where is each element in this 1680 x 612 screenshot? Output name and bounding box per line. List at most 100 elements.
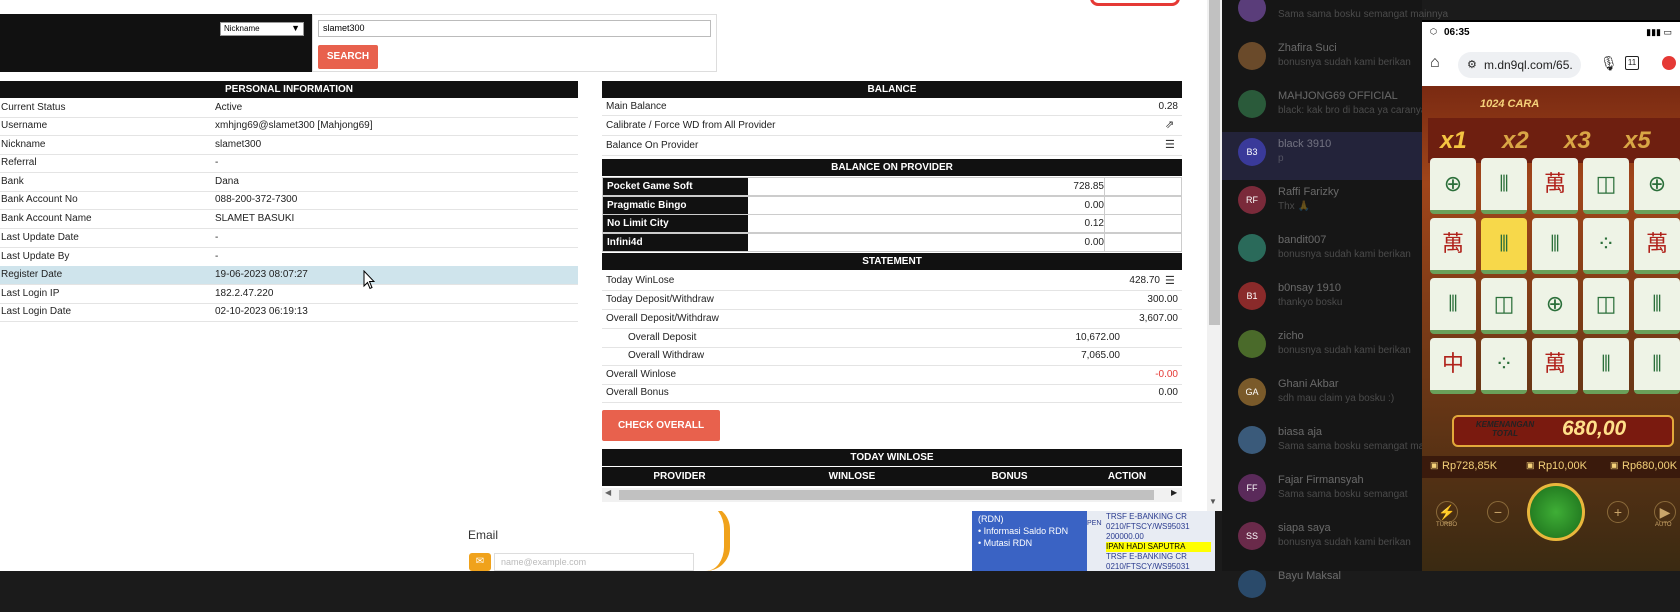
search-field-select-value: Nickname (224, 24, 260, 33)
auto-spin-icon[interactable]: ▶ (1654, 501, 1676, 523)
chat-author: Bayu Maksal (1278, 570, 1341, 582)
overall-bonus-label: Overall Bonus (606, 387, 669, 398)
overall-deposit-withdraw-row: Overall Deposit/Withdraw 3,607.00 (602, 310, 1182, 329)
win-icon: ▣ (1610, 460, 1619, 470)
personal-info-row: Current Status Active (0, 99, 578, 118)
extension-icon[interactable] (1662, 56, 1676, 70)
spin-button[interactable] (1527, 483, 1585, 541)
mahjong-tile: ◫ (1583, 158, 1629, 214)
overall-withdraw-label: Overall Withdraw (628, 350, 705, 361)
today-winlose-columns: PROVIDER WINLOSE BONUS ACTION (602, 467, 1182, 486)
chat-message[interactable]: B1 b0nsay 1910 thankyo bosku (1222, 276, 1422, 324)
scroll-down-arrow-icon[interactable]: ▼ (1209, 497, 1217, 506)
provider-balance-row: Pragmatic Bingo 0.00 (602, 195, 1182, 215)
tabs-icon[interactable]: 11 (1625, 56, 1639, 70)
personal-info-value: - (215, 232, 219, 243)
chat-message[interactable]: zicho bonusnya sudah kami berikan (1222, 324, 1422, 372)
url-field[interactable]: ⚙ m.dn9ql.com/65. (1458, 52, 1581, 78)
personal-info-row: Bank Account No 088-200-372-7300 (0, 191, 578, 210)
turbo-icon[interactable]: ⚡ (1436, 501, 1458, 523)
provider-name: Infini4d (603, 233, 748, 251)
modal-top-button[interactable] (1090, 0, 1180, 6)
chat-message[interactable]: bandit007 bonusnya sudah kami berikan (1222, 228, 1422, 276)
personal-info-value: xmhjng69@slamet300 [Mahjong69] (215, 120, 373, 131)
check-overall-button[interactable]: CHECK OVERALL (602, 410, 720, 441)
game-stats-bar: ▣ Rp728,85K ▣ Rp10,00K ▣ Rp680,00K (1422, 456, 1680, 478)
avatar: RF (1238, 186, 1266, 214)
chat-text: bonusnya sudah kami berikan (1278, 57, 1411, 68)
chat-text: bonusnya sudah kami berikan (1278, 537, 1411, 548)
personal-info-label: Last Update Date (1, 232, 79, 243)
list-icon[interactable]: ☰ (1165, 276, 1178, 287)
rdn-menu-item-saldo[interactable]: • Informasi Saldo RDN (978, 525, 1081, 537)
chat-message[interactable]: GA Ghani Akbar sdh mau claim ya bosku :) (1222, 372, 1422, 420)
personal-info-row: Bank Account Name SLAMET BASUKI (0, 210, 578, 229)
personal-info-row: Bank Dana (0, 173, 578, 192)
chat-message[interactable]: MAHJONG69 OFFICIAL black: kak bro di baca… (1222, 84, 1426, 132)
personal-info-value: 088-200-372-7300 (215, 194, 298, 205)
table-scroll-thumb[interactable] (619, 490, 1154, 500)
today-winlose-value: 428.70 (1129, 275, 1160, 286)
chat-message[interactable]: FF Fajar Firmansyah Sama sama bosku semang… (1222, 468, 1422, 516)
modal-scroll-thumb[interactable] (1209, 0, 1220, 325)
personal-info-row: Nickname slamet300 (0, 136, 578, 155)
notification-icon: ⬡ (1430, 27, 1437, 36)
personal-info-value: SLAMET BASUKI (215, 213, 295, 224)
rdn-menu-item-mutasi[interactable]: • Mutasi RDN (978, 537, 1081, 549)
minus-bet-icon[interactable]: − (1487, 501, 1509, 523)
chat-message[interactable]: Sama sama bosku semangat mainnya (1222, 0, 1448, 36)
site-settings-icon: ⚙ (1467, 59, 1477, 71)
multiplier-x3: x3 (1564, 127, 1591, 154)
microphone-icon[interactable]: 🎙 (1600, 55, 1618, 72)
personal-info-label: Referral (1, 157, 37, 168)
search-field-select[interactable]: Nickname ▼ (220, 22, 304, 36)
mouse-cursor-icon (363, 270, 375, 290)
mahjong-tile: 萬 (1532, 158, 1578, 214)
provider-cell-divider (1104, 215, 1105, 233)
chat-message[interactable]: B3 black 3910 p (1222, 132, 1422, 180)
personal-info-header: PERSONAL INFORMATION (0, 81, 578, 98)
avatar: B3 (1238, 138, 1266, 166)
provider-cell-divider (1104, 233, 1105, 251)
list-icon[interactable]: ☰ (1165, 140, 1178, 151)
chat-text: Sama sama bosku semangat mainnya (1278, 9, 1449, 20)
overall-deposit-row: Overall Deposit 10,672.00 (602, 329, 1182, 348)
chat-text: bonusnya sudah kami berikan (1278, 345, 1411, 356)
plus-bet-icon[interactable]: + (1607, 501, 1629, 523)
column-winlose: WINLOSE (828, 471, 876, 482)
chat-message[interactable]: Zhafira Suci bonusnya sudah kami berikan (1222, 36, 1422, 84)
email-field[interactable]: name@example.com (494, 553, 694, 571)
chat-author: biasa aja (1278, 426, 1323, 438)
search-button[interactable]: SEARCH (318, 45, 378, 69)
chat-text: black: kak bro di baca ya caranya (1278, 105, 1427, 116)
chat-author: bandit007 (1278, 234, 1327, 246)
chat-message[interactable]: biasa aja Sama sama bosku semangat mainny… (1222, 420, 1448, 468)
home-icon[interactable]: ⌂ (1430, 54, 1440, 72)
main-balance-value: 0.28 (1158, 101, 1178, 112)
scroll-right-arrow-icon[interactable]: ▶ (1171, 488, 1177, 497)
chat-author: MAHJONG69 OFFICIAL (1278, 90, 1398, 102)
mahjong-tile: ⁘ (1583, 218, 1629, 274)
chat-text: Thx 🙏 (1278, 201, 1310, 212)
avatar (1238, 42, 1266, 70)
scroll-left-arrow-icon[interactable]: ◀ (605, 488, 611, 497)
tile-grid: ⊕ ⫴ 萬 ◫ ⊕ 萬 ⫴ ⫴ ⁘ 萬 ⫴ ◫ ⊕ ◫ ⫴ 中 ⁘ 萬 ⫴ ⫴ (1430, 158, 1680, 406)
personal-info-label: Last Update By (1, 251, 70, 262)
external-link-icon[interactable]: ⇗ (1165, 120, 1178, 131)
provider-name: No Limit City (603, 215, 748, 233)
chat-message[interactable]: RF Raffi Farizky Thx 🙏 (1222, 180, 1422, 228)
personal-info-label: Register Date (1, 269, 63, 280)
chat-message[interactable]: Bayu Maksal (1222, 564, 1422, 612)
overall-deposit-value: 10,672.00 (1075, 332, 1121, 343)
avatar: GA (1238, 378, 1266, 406)
search-input[interactable]: slamet300 (318, 20, 711, 37)
chat-text: p (1278, 153, 1284, 164)
mahjong-tile: 萬 (1430, 218, 1476, 274)
mahjong-tile: ⊕ (1634, 158, 1680, 214)
rdn-menu[interactable]: (RDN) • Informasi Saldo RDN • Mutasi RDN (972, 511, 1087, 571)
mahjong-tile: ⊕ (1532, 278, 1578, 334)
chat-message[interactable]: SS siapa saya bonusnya sudah kami berikan (1222, 516, 1422, 564)
today-winlose-header: TODAY WINLOSE (602, 449, 1182, 466)
transaction-name: IPAN HADI SAPUTRA (1106, 542, 1211, 552)
multiplier-bar: x1 x2 x3 x5 (1428, 118, 1680, 163)
